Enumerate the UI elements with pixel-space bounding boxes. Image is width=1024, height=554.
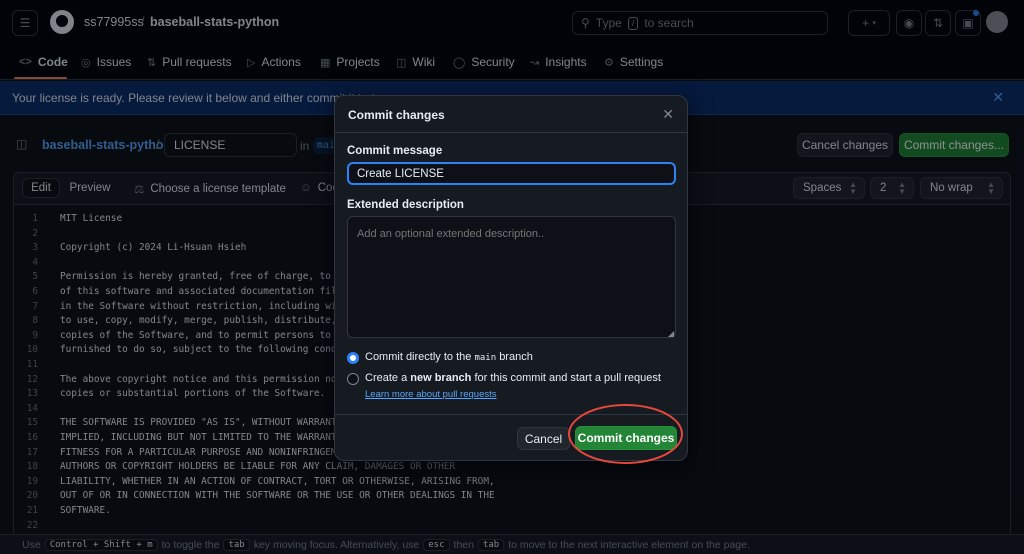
learn-more-link[interactable]: Learn more about pull requests bbox=[365, 389, 497, 400]
option-text: Create a bbox=[365, 372, 408, 384]
resize-handle-icon[interactable]: ◢ bbox=[668, 329, 674, 338]
option-bold-text: new branch bbox=[410, 372, 472, 384]
new-branch-radio[interactable] bbox=[347, 373, 359, 385]
x-icon[interactable]: ✕ bbox=[662, 106, 674, 123]
cancel-button[interactable]: Cancel bbox=[517, 427, 570, 450]
commit-message-input[interactable] bbox=[347, 162, 676, 185]
commit-directly-label[interactable]: Commit directly to the main branch bbox=[365, 351, 533, 363]
branch-name: main bbox=[474, 353, 497, 363]
commit-directly-radio[interactable] bbox=[347, 352, 359, 364]
commit-message-label: Commit message bbox=[347, 145, 443, 157]
dialog-title: Commit changes bbox=[348, 108, 445, 122]
option-text: Commit directly to the bbox=[365, 351, 472, 363]
option-text: branch bbox=[499, 351, 533, 363]
extended-description-label: Extended description bbox=[347, 199, 464, 211]
highlight-annotation-ring bbox=[568, 404, 683, 464]
option-text: for this commit and start a pull request bbox=[474, 372, 661, 384]
new-branch-label[interactable]: Create a new branch for this commit and … bbox=[365, 372, 661, 384]
extended-description-field[interactable] bbox=[347, 216, 676, 338]
divider bbox=[335, 132, 687, 133]
